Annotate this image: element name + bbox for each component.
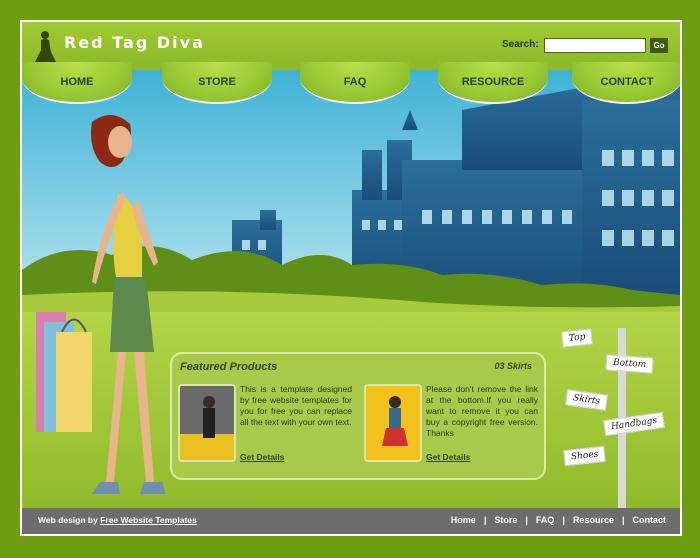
footer-separator: | (621, 515, 625, 525)
nav-tab-store[interactable]: STORE (162, 62, 272, 104)
search-label: Search: (502, 39, 539, 50)
signpost: Top Bottom Skirts Handbags Shoes (560, 322, 680, 512)
featured-title: Featured Products (180, 361, 278, 373)
sign-shoes[interactable]: Shoes (563, 445, 607, 467)
sign-bottom[interactable]: Bottom (605, 354, 654, 374)
product-photo-skirt (366, 386, 420, 460)
footer-link-store[interactable]: Store (494, 515, 517, 525)
page-frame: Red Tag Diva Search: Go HOME STORE FAQ R… (0, 0, 700, 558)
featured-count: 03 Skirts (494, 361, 532, 371)
sign-skirts[interactable]: Skirts (565, 389, 608, 411)
nav-tab-faq[interactable]: FAQ (300, 62, 410, 104)
nav-tab-contact[interactable]: CONTACT (572, 62, 680, 104)
footer-nav: Home | Store | FAQ | Resource | Contact (451, 515, 666, 525)
product-description: Please don't remove the link at the bott… (426, 384, 538, 438)
footer-separator: | (525, 515, 528, 525)
product-photo-taxi (180, 386, 234, 460)
main-nav: HOME STORE FAQ RESOURCE CONTACT (22, 62, 680, 106)
product-card: Please don't remove the link at the bott… (358, 384, 538, 476)
footer-link-resource[interactable]: Resource (573, 515, 614, 525)
footer-separator: | (483, 515, 487, 525)
nav-tab-home[interactable]: HOME (22, 62, 132, 104)
brand-name[interactable]: Red Tag Diva (64, 33, 205, 52)
product-card: This is a template designed by free webs… (172, 384, 352, 476)
nav-tab-resource[interactable]: RESOURCE (438, 62, 548, 104)
diva-logo-icon (35, 31, 56, 62)
get-details-link[interactable]: Get Details (240, 452, 284, 462)
credit-link[interactable]: Free Website Templates (100, 515, 197, 525)
featured-products-panel: Featured Products 03 Skirts This is a te… (170, 352, 546, 480)
woman-shopper-illustration (36, 114, 166, 494)
product-image[interactable] (178, 384, 236, 462)
sign-top[interactable]: Top (561, 328, 594, 348)
sign-handbags[interactable]: Handbags (603, 411, 666, 437)
footer-separator: | (562, 515, 565, 525)
footer-link-home[interactable]: Home (451, 515, 476, 525)
search-input[interactable] (544, 38, 646, 53)
footer-link-faq[interactable]: FAQ (536, 515, 555, 525)
footer-link-contact[interactable]: Contact (633, 515, 667, 525)
search-go-button[interactable]: Go (650, 38, 668, 53)
page-container: Red Tag Diva Search: Go HOME STORE FAQ R… (20, 20, 682, 536)
credit-prefix: Web design by (38, 515, 98, 525)
site-footer: Web design by Free Website Templates Hom… (22, 508, 680, 534)
footer-credit: Web design by Free Website Templates (38, 515, 197, 525)
product-description: This is a template designed by free webs… (240, 384, 352, 427)
get-details-link[interactable]: Get Details (426, 452, 470, 462)
product-image[interactable] (364, 384, 422, 462)
